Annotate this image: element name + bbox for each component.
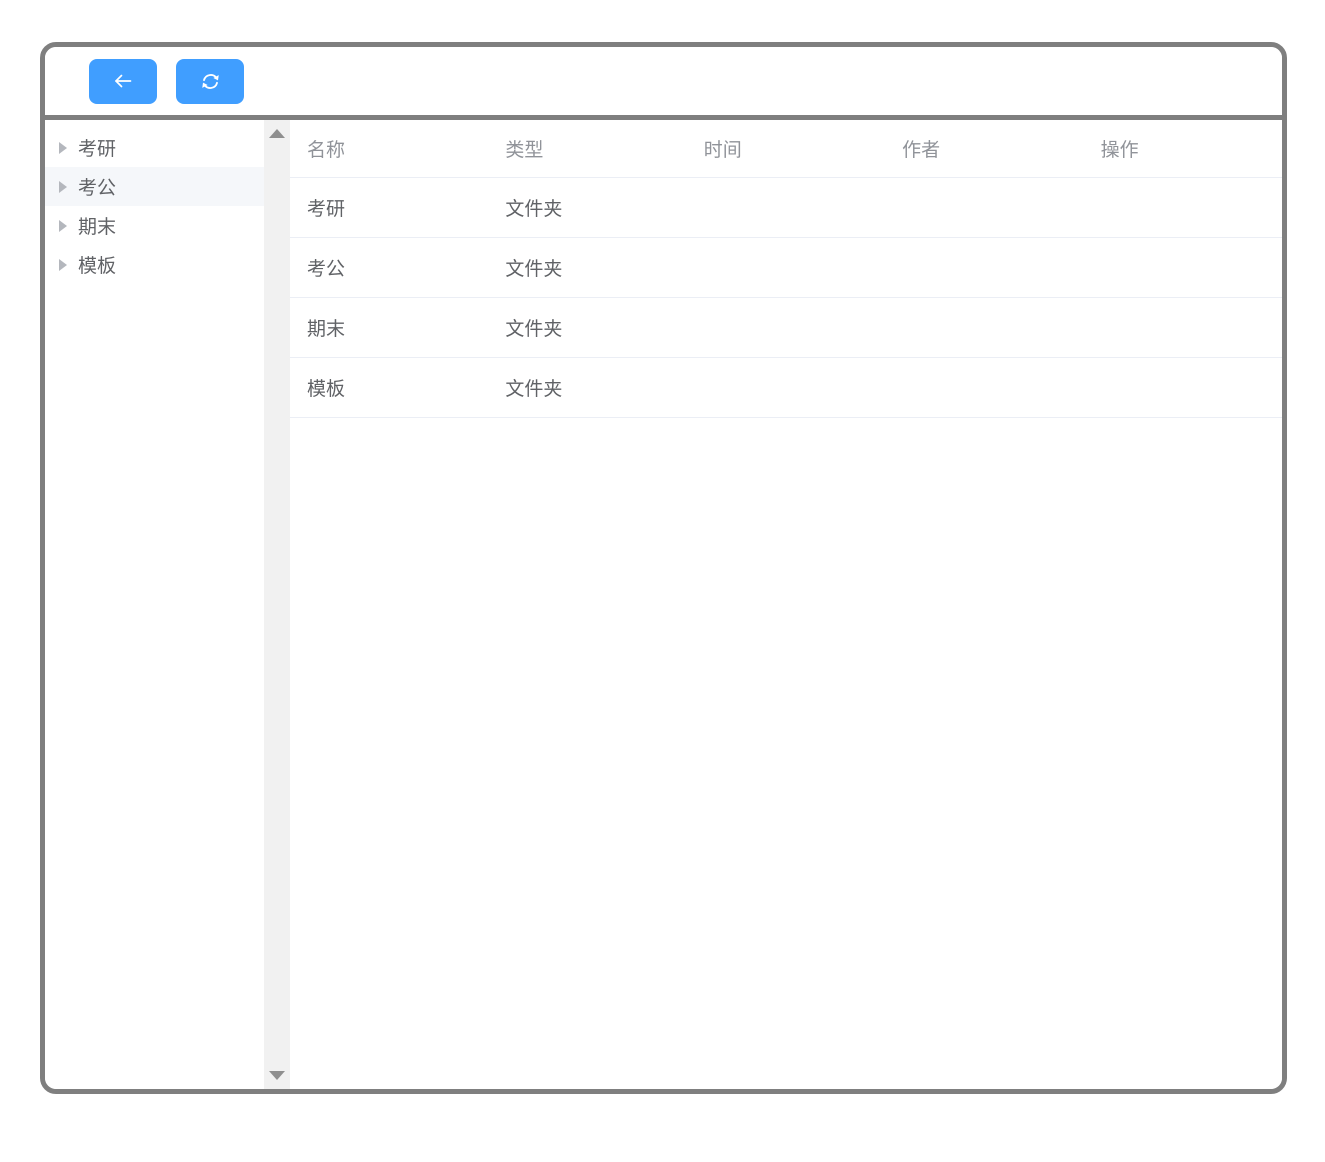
cell-type: 文件夹 <box>488 237 687 298</box>
cell-name: 考公 <box>290 237 489 298</box>
column-header-time: 时间 <box>686 120 886 178</box>
back-button[interactable] <box>89 58 157 104</box>
cell-action <box>1083 297 1282 358</box>
cell-time <box>686 357 886 418</box>
cell-name: 考研 <box>290 177 489 238</box>
caret-right-icon[interactable] <box>59 180 67 193</box>
column-header-type: 类型 <box>488 120 687 178</box>
file-manager-window: 考研 考公 期末 模板 名称 类型 时间 作者 操作 考研 文件夹 考公 文件夹… <box>40 42 1287 1094</box>
content-area: 考研 考公 期末 模板 名称 类型 时间 作者 操作 考研 文件夹 考公 文件夹… <box>45 120 1282 1089</box>
cell-name: 模板 <box>290 357 489 418</box>
tree-item-3[interactable]: 期末 <box>45 206 264 245</box>
caret-right-icon[interactable] <box>59 219 67 232</box>
cell-time <box>686 177 886 238</box>
cell-name: 期末 <box>290 297 489 358</box>
table-row-3[interactable]: 期末 文件夹 <box>290 297 1282 358</box>
table-row-4[interactable]: 模板 文件夹 <box>290 357 1282 418</box>
tree-item-1[interactable]: 考研 <box>45 128 264 167</box>
tree-item-4[interactable]: 模板 <box>45 245 264 284</box>
table-header-row: 名称 类型 时间 作者 操作 <box>290 120 1282 178</box>
cell-author <box>885 357 1084 418</box>
triangle-up-icon[interactable] <box>269 129 285 138</box>
cell-type: 文件夹 <box>488 297 687 358</box>
cell-type: 文件夹 <box>488 177 687 238</box>
file-table: 名称 类型 时间 作者 操作 考研 文件夹 考公 文件夹 期末 文件夹 模板 文… <box>290 120 1282 418</box>
cell-author <box>885 297 1084 358</box>
cell-type: 文件夹 <box>488 357 687 418</box>
tree-item-label: 期末 <box>78 217 117 238</box>
cell-time <box>686 237 886 298</box>
refresh-button[interactable] <box>176 58 244 104</box>
cell-action <box>1083 177 1282 238</box>
caret-right-icon[interactable] <box>59 258 67 271</box>
column-header-author: 作者 <box>885 120 1084 178</box>
arrow-left-icon <box>111 69 135 93</box>
cell-time <box>686 297 886 358</box>
column-header-name: 名称 <box>290 120 489 178</box>
sidebar-scrollbar[interactable] <box>264 120 290 1089</box>
column-header-action: 操作 <box>1083 120 1282 178</box>
tree-item-label: 考公 <box>78 178 117 199</box>
caret-right-icon[interactable] <box>59 141 67 154</box>
file-list-panel: 名称 类型 时间 作者 操作 考研 文件夹 考公 文件夹 期末 文件夹 模板 文… <box>290 120 1282 1089</box>
cell-action <box>1083 357 1282 418</box>
tree-item-2[interactable]: 考公 <box>45 167 264 206</box>
toolbar <box>45 47 1282 120</box>
cell-action <box>1083 237 1282 298</box>
triangle-down-icon[interactable] <box>269 1071 285 1080</box>
table-row-2[interactable]: 考公 文件夹 <box>290 237 1282 298</box>
folder-tree: 考研 考公 期末 模板 <box>45 120 264 1089</box>
refresh-icon <box>199 70 222 93</box>
tree-item-label: 考研 <box>78 139 117 160</box>
cell-author <box>885 237 1084 298</box>
tree-item-label: 模板 <box>78 256 117 277</box>
table-row-1[interactable]: 考研 文件夹 <box>290 177 1282 238</box>
cell-author <box>885 177 1084 238</box>
